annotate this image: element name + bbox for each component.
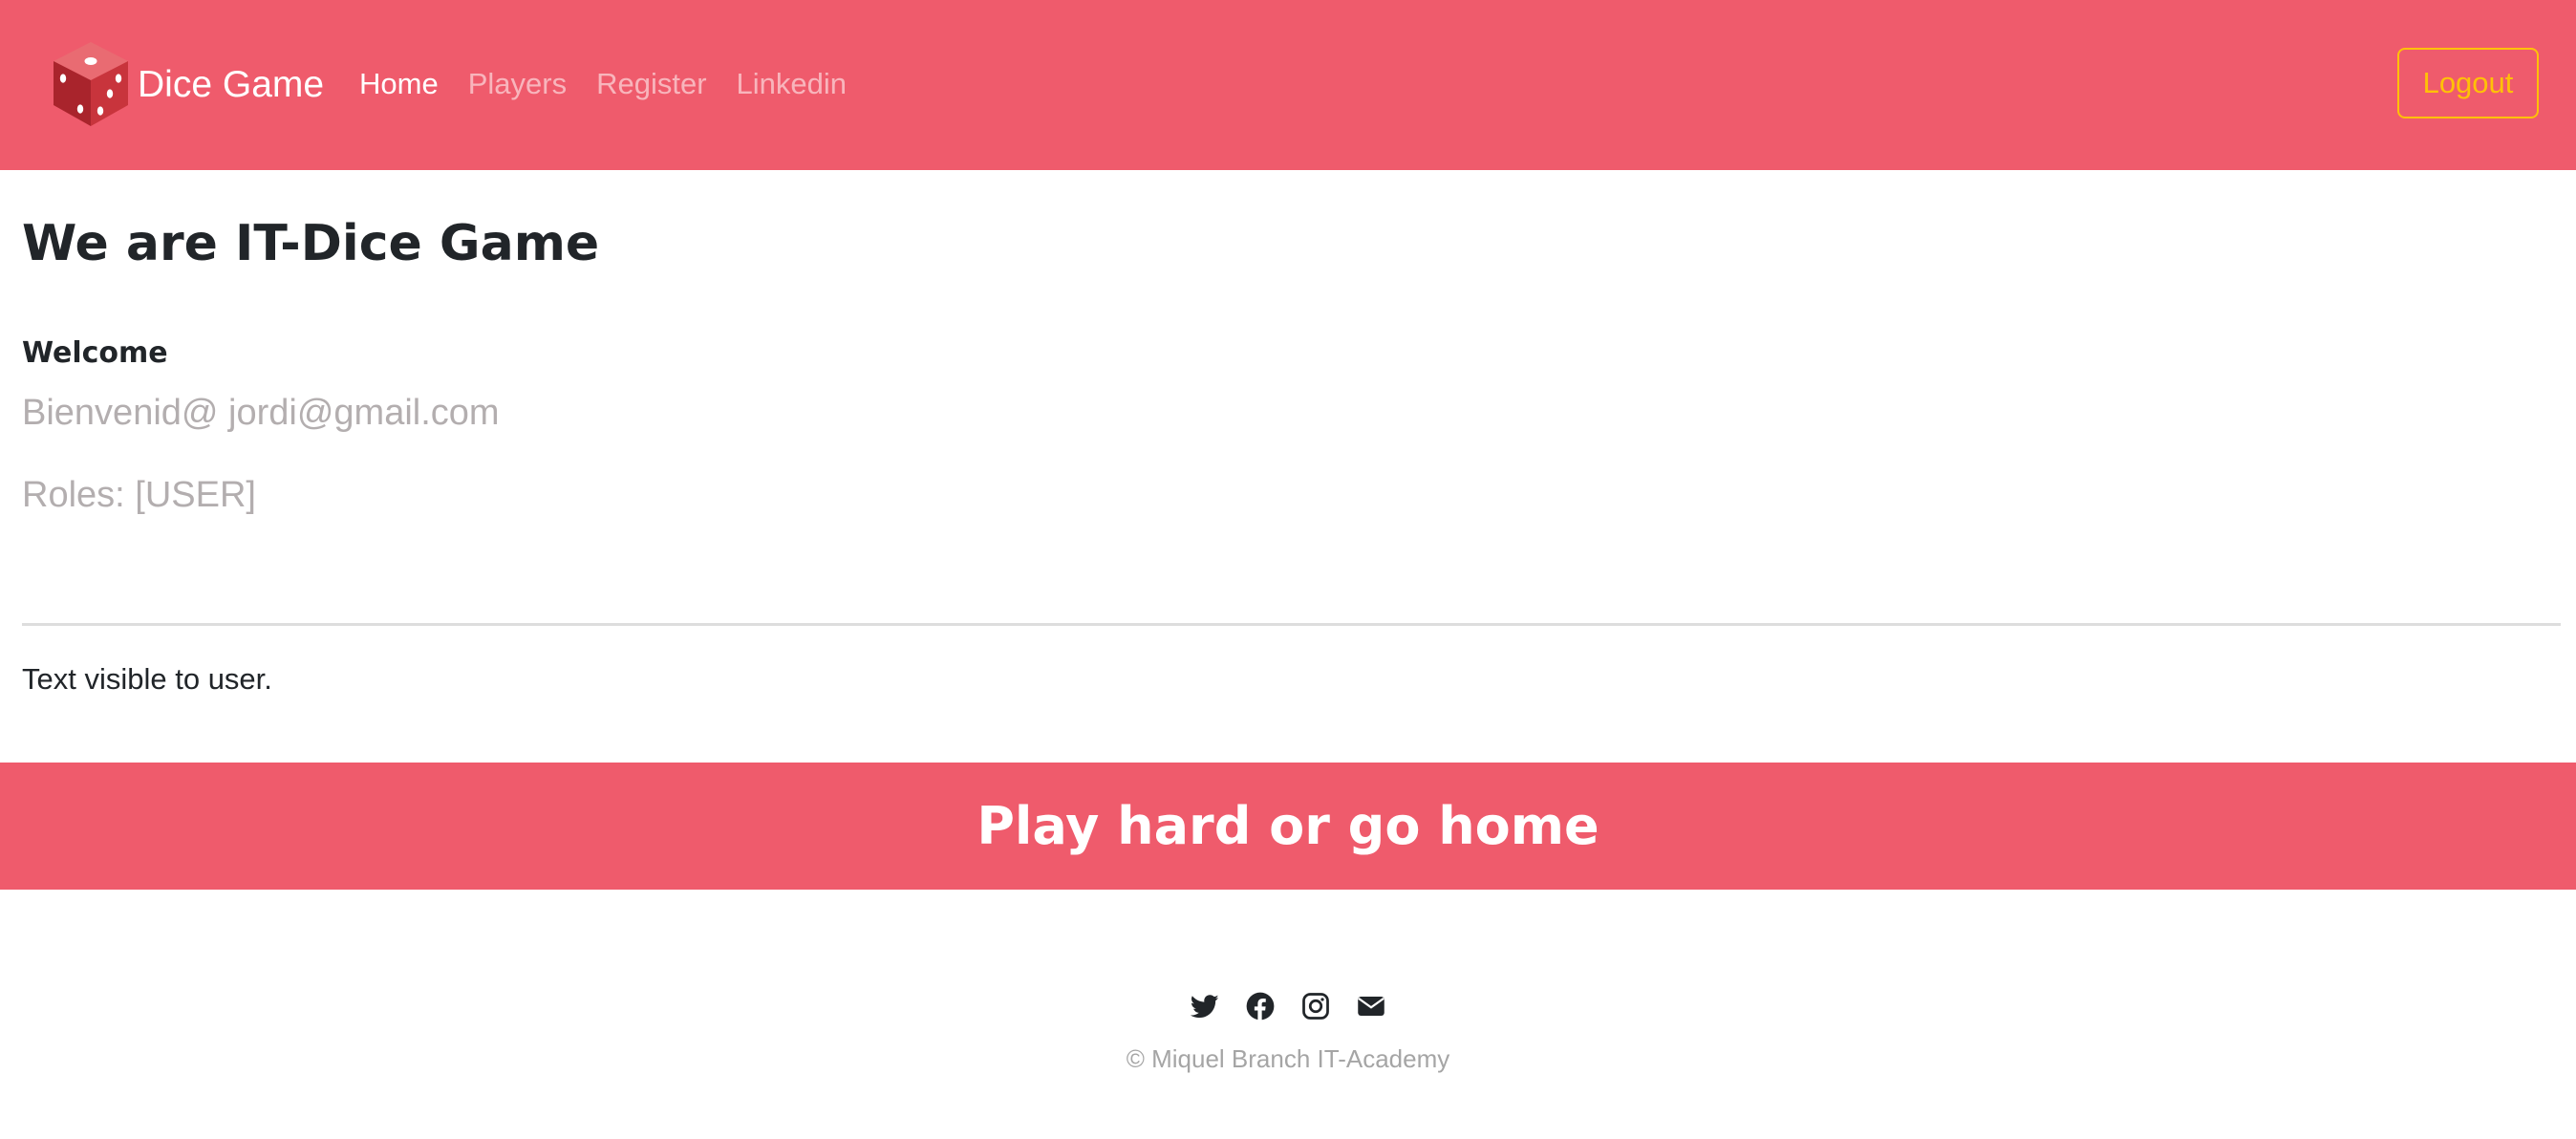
social-icons (1191, 992, 1385, 1021)
nav-link-home[interactable]: Home (359, 63, 439, 105)
slogan-text: Play hard or go home (977, 795, 1599, 856)
brand-name: Dice Game (138, 63, 325, 105)
navbar: Dice Game Home Players Register Linkedin… (0, 0, 2576, 170)
slogan-banner: Play hard or go home (0, 763, 2576, 890)
nav-links: Home Players Register Linkedin (359, 63, 847, 105)
page-title: We are IT-Dice Game (22, 215, 600, 272)
roles-text: Roles: [USER] (22, 475, 256, 515)
nav-link-linkedin[interactable]: Linkedin (737, 63, 847, 105)
copyright-text: © Miquel Branch IT-Academy (1126, 1044, 1450, 1073)
nav-link-players[interactable]: Players (468, 63, 567, 105)
dice-icon (54, 42, 128, 126)
facebook-icon[interactable] (1246, 992, 1275, 1021)
welcome-message: Bienvenid@ jordi@gmail.com (22, 393, 500, 433)
brand-link[interactable]: Dice Game (50, 36, 324, 132)
logout-button[interactable]: Logout (2397, 48, 2539, 118)
instagram-icon[interactable] (1301, 992, 1330, 1021)
user-visible-text: Text visible to user. (22, 662, 272, 696)
nav-link-register[interactable]: Register (596, 63, 706, 105)
welcome-heading: Welcome (22, 336, 168, 370)
envelope-icon[interactable] (1357, 992, 1385, 1021)
divider (22, 623, 2561, 626)
twitter-icon[interactable] (1191, 992, 1219, 1021)
